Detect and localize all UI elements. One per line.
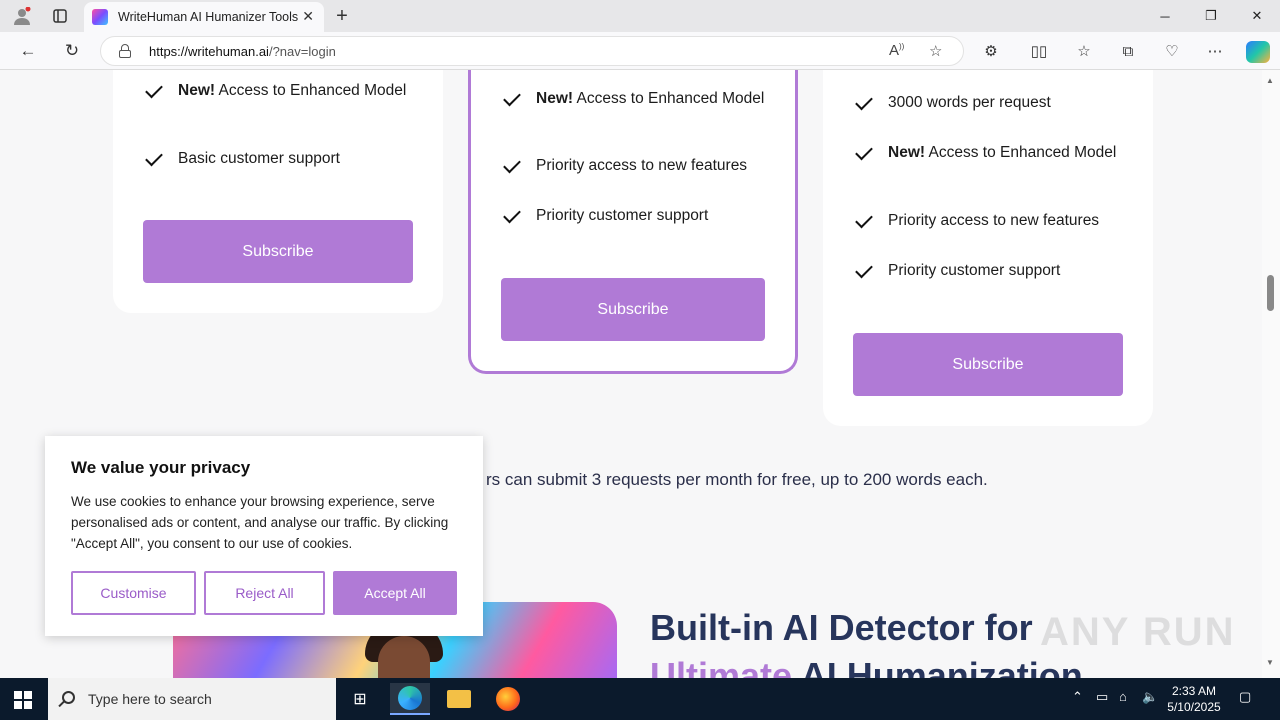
battery-icon[interactable]: ▭ [1096,689,1108,705]
checkmark-icon [503,205,521,224]
plan-card-pro: New! Access to Enhanced Model Priority a… [468,70,798,374]
tab-title: WriteHuman AI Humanizer Tools [118,10,298,24]
collections-icon[interactable]: ⧉ [1117,40,1139,62]
search-placeholder: Type here to search [88,691,212,707]
page-content: New! Access to Enhanced Model Basic cust… [0,70,1262,678]
scroll-up-icon[interactable]: ▲ [1266,76,1274,85]
accept-all-button[interactable]: Accept All [333,571,457,615]
system-clock[interactable]: 2:33 AM 5/10/2025 [1166,683,1222,715]
back-icon[interactable]: ← [14,37,42,65]
search-icon [62,691,75,704]
profile-icon[interactable] [8,4,36,28]
hero-title-line2: Ultimate AI Humanization [650,655,1083,678]
checkmark-icon [855,260,873,279]
refresh-icon[interactable]: ↻ [58,37,86,65]
feature-item: Priority access to new features [503,155,774,177]
favorite-star-icon[interactable]: ☆ [929,42,942,60]
subscribe-button[interactable]: Subscribe [143,220,413,283]
firefox-icon[interactable] [488,683,528,715]
feature-item: New! Access to Enhanced Model [855,142,1126,164]
restore-icon[interactable]: ❐ [1188,0,1234,32]
hero-title: Built-in AI Detector for [650,607,1033,648]
windows-start-icon[interactable] [14,691,32,709]
title-bar: WriteHuman AI Humanizer Tools ✕ + ─ ❐ ✕ [0,0,1280,32]
feature-item: Priority customer support [855,260,1126,282]
vertical-scrollbar[interactable]: ▲ ▼ [1262,70,1280,678]
volume-icon[interactable]: 🔈 [1142,689,1158,705]
plan-card-ultra: 3000 words per request New! Access to En… [823,70,1153,426]
reject-all-button[interactable]: Reject All [204,571,325,615]
plan-card-basic: New! Access to Enhanced Model Basic cust… [113,70,443,313]
network-icon[interactable]: ⌂ [1119,689,1127,704]
active-tab[interactable]: WriteHuman AI Humanizer Tools ✕ [84,2,324,32]
file-explorer-icon[interactable] [439,683,479,715]
address-bar[interactable]: https://writehuman.ai/?nav=login A)) ☆ [100,36,964,66]
new-tab-icon[interactable]: + [330,4,354,28]
feature-item: New! Access to Enhanced Model [503,88,774,110]
more-menu-icon[interactable]: ⋯ [1204,40,1226,62]
feature-item: Priority customer support [503,205,774,227]
checkmark-icon [503,88,521,107]
anyrun-watermark: ANY RUN [1040,610,1236,654]
feature-item: New! Access to Enhanced Model [145,80,416,102]
checkmark-icon [145,148,163,167]
subscribe-button[interactable]: Subscribe [853,333,1123,396]
taskbar-search[interactable]: Type here to search [48,678,336,720]
minimize-icon[interactable]: ─ [1142,0,1188,32]
feature-item: 3000 words per request [855,92,1126,114]
windows-taskbar: Type here to search ⊞ ⌃ ▭ ⌂ 🔈 2:33 AM 5/… [0,678,1280,720]
cookie-title: We value your privacy [71,458,251,477]
copilot-icon[interactable] [1246,41,1270,63]
checkmark-icon [855,210,873,229]
checkmark-icon [145,80,163,99]
checkmark-icon [855,142,873,161]
tray-chevron-icon[interactable]: ⌃ [1072,689,1083,705]
checkmark-icon [855,92,873,111]
subscribe-button[interactable]: Subscribe [501,278,765,341]
customise-button[interactable]: Customise [71,571,196,615]
free-usage-note: rs can submit 3 requests per month for f… [486,470,988,489]
tab-actions-icon[interactable] [46,4,74,28]
favorites-icon[interactable]: ☆ [1073,40,1095,62]
browser-essentials-icon[interactable]: ♡ [1161,40,1183,62]
notifications-icon[interactable]: ▢ [1239,689,1251,705]
cookie-consent-banner: We value your privacy We use cookies to … [45,436,483,636]
site-favicon-icon [92,9,108,25]
url-text: https://writehuman.ai/?nav=login [149,44,336,59]
scrollbar-thumb[interactable] [1267,275,1274,311]
feature-item: Priority access to new features [855,210,1126,232]
feature-item: Basic customer support [145,148,416,170]
task-view-icon[interactable]: ⊞ [340,683,380,715]
cookie-text: We use cookies to enhance your browsing … [71,494,449,551]
navigation-bar: ← ↻ https://writehuman.ai/?nav=login A))… [0,32,1280,70]
close-window-icon[interactable]: ✕ [1234,0,1280,32]
extensions-icon[interactable]: ⚙ [980,40,1002,62]
edge-taskbar-icon[interactable] [390,683,430,715]
split-screen-icon[interactable]: ▯▯ [1028,40,1050,62]
checkmark-icon [503,155,521,174]
read-aloud-icon[interactable]: A)) [889,42,904,59]
lock-icon [119,44,131,58]
scroll-down-icon[interactable]: ▼ [1266,658,1274,667]
close-tab-icon[interactable]: ✕ [302,8,314,25]
